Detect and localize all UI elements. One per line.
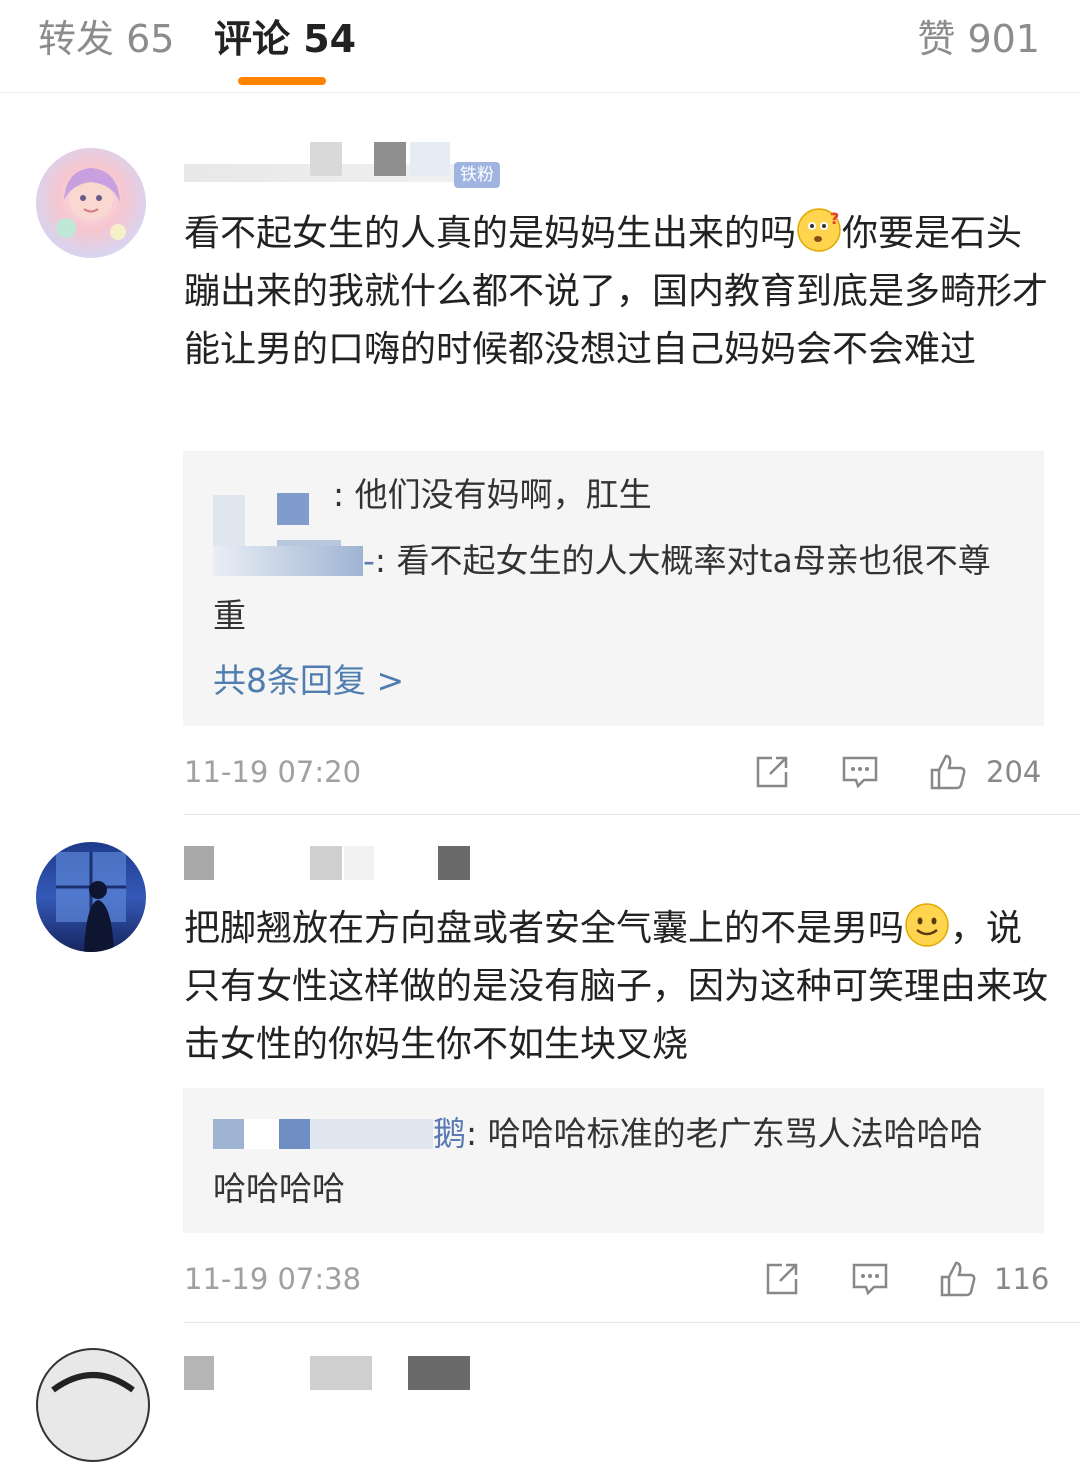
reply-box[interactable]: : 他们没有妈啊，肛生 -: 看不起女生的人大概率对ta母亲也很不尊重 共8条回… [183, 451, 1044, 726]
more-replies-link[interactable]: 共8条回复 > [213, 659, 404, 703]
comment-icon[interactable] [850, 1259, 890, 1299]
reply-author[interactable] [213, 1119, 433, 1149]
avatar-image [56, 852, 126, 952]
comment-meta: 11-19 07:20 204 [184, 748, 1044, 796]
share-icon[interactable] [752, 752, 792, 792]
share-icon[interactable] [762, 1259, 802, 1299]
reply-box[interactable]: 鹅: 哈哈哈标准的老广东骂人法哈哈哈哈哈哈哈 [183, 1088, 1044, 1233]
svg-text:?: ? [830, 209, 839, 228]
reply-author[interactable] [213, 546, 363, 576]
reply-1: 鹅: 哈哈哈标准的老广东骂人法哈哈哈哈哈哈哈 [213, 1114, 983, 1208]
timestamp: 11-19 07:38 [184, 1262, 362, 1296]
smile-face-emoji [905, 903, 949, 947]
divider [184, 814, 1080, 815]
active-tab-indicator [238, 77, 326, 85]
avatar[interactable] [36, 148, 146, 258]
timestamp: 11-19 07:20 [184, 755, 362, 789]
comment-icon[interactable] [840, 752, 880, 792]
avatar-image [56, 168, 126, 240]
divider [184, 1322, 1080, 1323]
reply-2: -: 看不起女生的人大概率对ta母亲也很不尊重 [213, 541, 991, 635]
comment-tabs: 转发 65 评论 54 赞 901 [0, 0, 1080, 93]
comment-text: 看不起女生的人真的是妈妈生出来的吗? 你要是石头蹦出来的我就什么都不说了，国内教育… [184, 208, 1049, 370]
reply-1: : 他们没有妈啊，肛生 [333, 475, 652, 514]
like-count: 116 [994, 1262, 1050, 1296]
username-blurred[interactable] [184, 1356, 514, 1396]
username-blurred[interactable]: 铁粉 [184, 142, 504, 188]
tab-reposts[interactable]: 转发 65 [38, 14, 174, 64]
comment-text: 把脚翘放在方向盘或者安全气囊上的不是男吗 ，说只有女性这样做的是没有脑子，因为这种… [184, 900, 1054, 1074]
confused-face-emoji: ? [797, 208, 841, 252]
comment-meta: 11-19 07:38 116 [184, 1255, 1049, 1303]
like-icon[interactable] [938, 1259, 978, 1299]
fan-badge: 铁粉 [454, 162, 500, 188]
username-blurred[interactable] [184, 846, 484, 886]
like-count: 204 [986, 755, 1042, 789]
tab-comments[interactable]: 评论 54 [214, 14, 356, 64]
avatar[interactable] [36, 1348, 150, 1462]
avatar[interactable] [36, 842, 146, 952]
avatar-image [51, 1372, 135, 1393]
tab-likes[interactable]: 赞 901 [917, 14, 1040, 64]
like-icon[interactable] [928, 752, 968, 792]
